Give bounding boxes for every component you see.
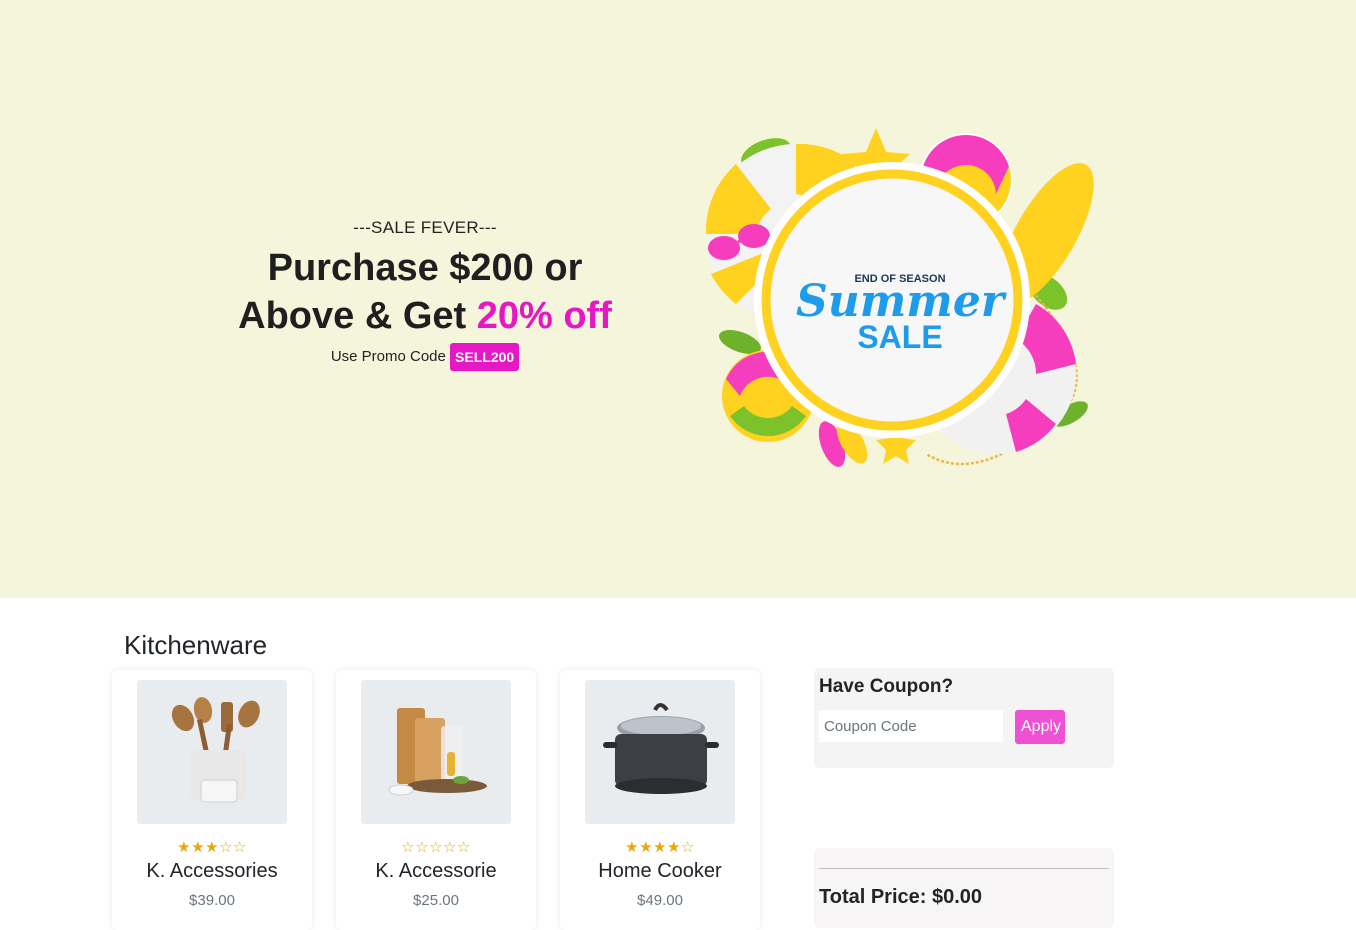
product-name[interactable]: K. Accessorie xyxy=(336,860,536,883)
cart-summary: Total Price: $0.00 xyxy=(814,848,1114,928)
star-filled-icon: ★ xyxy=(191,839,206,856)
product-price: $39.00 xyxy=(189,892,235,909)
product-card[interactable]: ★★★★☆ Home Cooker $49.00 xyxy=(560,670,760,930)
star-empty-icon: ☆ xyxy=(429,839,443,856)
product-price: $49.00 xyxy=(637,892,683,909)
star-filled-icon: ★ xyxy=(639,839,654,856)
promo-line: Use Promo Code SELL200 xyxy=(195,343,655,371)
hero-headline-prefix: Above & Get xyxy=(238,295,477,337)
promo-label: Use Promo Code xyxy=(330,347,446,365)
product-image[interactable] xyxy=(137,680,287,824)
rating-stars: ★★★★☆ xyxy=(560,838,760,856)
coupon-title: Have Coupon? xyxy=(819,676,954,697)
star-empty-icon: ☆ xyxy=(401,839,416,856)
section-title: Kitchenware xyxy=(124,630,268,660)
apply-coupon-button[interactable]: Apply xyxy=(1015,710,1065,744)
star-filled-icon: ★ xyxy=(666,839,681,856)
hero-headline-line1: Purchase $200 or xyxy=(267,247,583,289)
star-empty-icon: ☆ xyxy=(415,839,430,856)
star-filled-icon: ★ xyxy=(625,839,640,856)
hero-tagline: ---SALE FEVER--- xyxy=(353,218,497,237)
wooden-utensils-icon xyxy=(171,697,260,803)
hero-discount: 20% off xyxy=(476,295,612,337)
product-image[interactable] xyxy=(361,680,511,824)
rating-stars: ☆☆☆☆☆ xyxy=(336,838,536,856)
product-card[interactable]: ★★★☆☆ K. Accessories $39.00 xyxy=(112,670,312,930)
product-name[interactable]: K. Accessories xyxy=(112,860,312,883)
cooking-pot-icon xyxy=(603,703,719,794)
summer-sale-image: END OF SEASON Summer SALE xyxy=(705,128,1094,467)
product-name[interactable]: Home Cooker xyxy=(560,860,760,883)
cutting-boards-icon xyxy=(388,708,487,796)
product-card[interactable]: ☆☆☆☆☆ K. Accessorie $25.00 xyxy=(336,670,536,930)
promo-code-badge: SELL200 xyxy=(450,343,520,371)
star-empty-icon: ☆ xyxy=(680,839,695,856)
product-price: $25.00 xyxy=(413,892,459,909)
hero-text: ---SALE FEVER--- Purchase $200 or Above … xyxy=(195,218,655,371)
star-filled-icon: ★ xyxy=(205,839,219,856)
divider xyxy=(819,868,1109,869)
sale-image-subtitle: SALE xyxy=(857,319,942,355)
star-filled-icon: ★ xyxy=(653,839,667,856)
star-filled-icon: ★ xyxy=(177,839,192,856)
star-empty-icon: ☆ xyxy=(218,839,233,856)
hero-headline: Purchase $200 or Above & Get 20% off xyxy=(195,244,655,340)
product-image[interactable] xyxy=(585,680,735,824)
coupon-panel: Have Coupon? Apply xyxy=(814,668,1114,768)
star-empty-icon: ☆ xyxy=(442,839,457,856)
star-empty-icon: ☆ xyxy=(456,839,471,856)
hero-banner: ---SALE FEVER--- Purchase $200 or Above … xyxy=(0,0,1356,598)
coupon-code-input[interactable] xyxy=(819,710,1003,742)
hero-headline-line2: Above & Get 20% off xyxy=(195,292,655,340)
rating-stars: ★★★☆☆ xyxy=(112,838,312,856)
star-empty-icon: ☆ xyxy=(232,839,247,856)
